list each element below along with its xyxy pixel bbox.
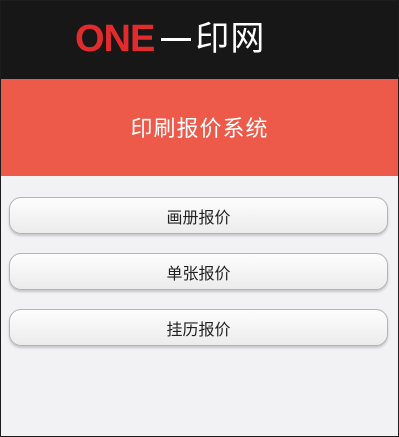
brand-dash: [161, 37, 192, 41]
brand-latin: ONE: [75, 18, 155, 60]
top-bar: ONE 印网: [1, 1, 398, 79]
app-frame: ONE 印网 印刷报价系统 画册报价 单张报价 挂历报价: [0, 0, 399, 437]
wall-calendar-quote-button[interactable]: 挂历报价: [9, 309, 388, 346]
page-header: 印刷报价系统: [1, 79, 398, 176]
brochure-quote-button[interactable]: 画册报价: [9, 197, 388, 234]
quote-menu: 画册报价 单张报价 挂历报价: [9, 197, 388, 365]
single-sheet-quote-button[interactable]: 单张报价: [9, 253, 388, 290]
brand-logo: ONE 印网: [75, 17, 265, 61]
page-title: 印刷报价系统: [130, 116, 269, 142]
brand-chinese: 印网: [195, 19, 266, 59]
